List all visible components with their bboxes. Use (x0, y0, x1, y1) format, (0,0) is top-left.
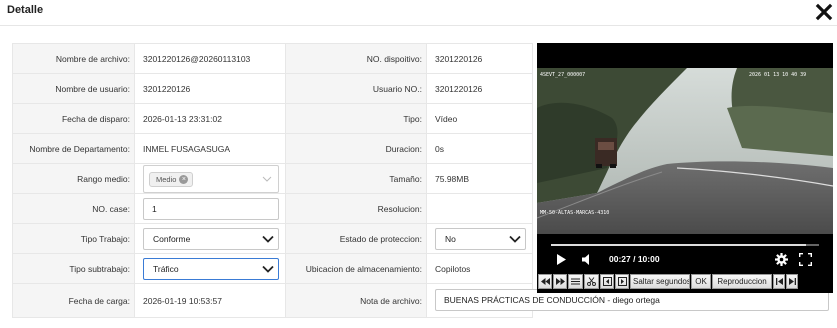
protection-status-select[interactable]: No (435, 227, 526, 250)
case-number-cell: 1 (134, 193, 286, 224)
storage-location-label: Ubicacion de almacenamiento: (285, 253, 427, 284)
video-osd-timestamp: 2026 01 13 10 40 39 (749, 72, 807, 78)
work-type-value: Conforme (153, 233, 191, 244)
progress-track[interactable] (551, 244, 819, 246)
file-note-cell: BUENAS PRÁCTICAS DE CONDUCCIÓN - diego o… (426, 283, 829, 318)
type-label: Tipo: (285, 103, 427, 134)
dialog-title: Detalle (7, 4, 44, 16)
fast-forward-icon[interactable] (553, 274, 567, 289)
dialog-header: Detalle (0, 0, 837, 26)
chevron-down-icon (262, 235, 274, 243)
protection-status-cell: No (426, 223, 533, 254)
user-number-value: 3201220126 (426, 73, 533, 104)
department-label: Nombre de Departamento: (12, 133, 135, 164)
detail-form: Nombre de archivo: 3201220126@2026011310… (12, 43, 829, 318)
upload-date-value: 2026-01-19 10:53:57 (134, 283, 286, 318)
work-type-cell: Conforme (134, 223, 286, 254)
player-toolbar: Saltar segundos OK Reproduccion (538, 273, 834, 290)
user-name-value: 3201220126 (134, 73, 286, 104)
form-row: Fecha de carga: 2026-01-19 10:53:57 Nota… (12, 283, 829, 318)
media-range-multiselect[interactable]: Medio × (143, 164, 279, 193)
fullscreen-icon[interactable] (799, 253, 812, 266)
size-label: Tamaño: (285, 163, 427, 194)
form-row: Tipo subtrabajo: Tráfico Ubicacion de al… (12, 253, 533, 284)
device-number-label: NO. dispoitivo: (285, 43, 427, 74)
close-icon[interactable] (815, 3, 833, 21)
video-osd-bottom: MM-50-ALTAS-MARCAS-4310 (540, 210, 610, 216)
ok-button[interactable]: OK (691, 274, 711, 289)
upload-date-label: Fecha de carga: (12, 283, 135, 318)
skip-to-start-icon[interactable] (773, 274, 785, 289)
chevron-down-icon (262, 265, 274, 273)
file-name-value: 3201220126@20260113103 (134, 43, 286, 74)
playback-button-label: Reproduccion (717, 277, 767, 286)
video-osd-top-left: 4SEVT_27_000007 (540, 72, 586, 78)
user-number-label: Usuario NO.: (285, 73, 427, 104)
storage-location-value: Copilotos (426, 253, 533, 284)
resolution-label: Resolucion: (285, 193, 427, 224)
duration-value: 0s (426, 133, 533, 164)
form-row: Rango medio: Medio × Tamaño: 75.98MB (12, 163, 533, 194)
form-row: Fecha de disparo: 2026-01-13 23:31:02 Ti… (12, 103, 533, 134)
player-controls: 00:27 / 10:00 (537, 239, 833, 271)
frame-forward-icon[interactable] (615, 274, 629, 289)
form-row: Nombre de usuario: 3201220126 Usuario NO… (12, 73, 533, 104)
ok-button-label: OK (695, 277, 707, 286)
device-number-value: 3201220126 (426, 43, 533, 74)
rewind-icon[interactable] (538, 274, 552, 289)
media-range-cell: Medio × (134, 163, 286, 194)
file-note-label: Nota de archivo: (285, 283, 427, 318)
volume-icon[interactable] (582, 254, 592, 265)
trigger-date-label: Fecha de disparo: (12, 103, 135, 134)
duration-label: Duracion: (285, 133, 427, 164)
trigger-date-value: 2026-01-13 23:31:02 (134, 103, 286, 134)
size-value: 75.98MB (426, 163, 533, 194)
subwork-type-label: Tipo subtrabajo: (12, 253, 135, 284)
playback-time: 00:27 / 10:00 (609, 254, 660, 264)
department-value: INMEL FUSAGASUGA (134, 133, 286, 164)
chevron-down-icon (262, 176, 272, 182)
form-row: Tipo Trabajo: Conforme Estado de protecc… (12, 223, 533, 254)
form-row: NO. case: 1 Resolucion: (12, 193, 533, 224)
scissors-icon[interactable] (584, 274, 599, 289)
subwork-type-value: Tráfico (153, 263, 179, 274)
media-range-tag: Medio × (149, 171, 194, 187)
frame-back-icon[interactable] (600, 274, 614, 289)
protection-status-value: No (445, 233, 456, 244)
play-icon[interactable] (557, 254, 566, 265)
form-row: Nombre de Departamento: INMEL FUSAGASUGA… (12, 133, 533, 164)
video-player[interactable]: 4SEVT_27_000007 2026 01 13 10 40 39 MM-5… (537, 43, 833, 293)
subwork-type-cell: Tráfico (134, 253, 286, 284)
skip-seconds-field[interactable]: Saltar segundos (630, 274, 690, 289)
protection-status-label: Estado de proteccion: (285, 223, 427, 254)
subwork-type-select[interactable]: Tráfico (143, 257, 279, 280)
media-range-tag-label: Medio (156, 174, 177, 184)
form-row: Nombre de archivo: 3201220126@2026011310… (12, 43, 533, 74)
resolution-value (426, 193, 533, 224)
remove-tag-icon[interactable]: × (179, 174, 189, 184)
skip-to-end-icon[interactable] (786, 274, 798, 289)
user-name-label: Nombre de usuario: (12, 73, 135, 104)
gear-icon[interactable] (775, 253, 788, 266)
work-type-select[interactable]: Conforme (143, 227, 279, 250)
case-number-label: NO. case: (12, 193, 135, 224)
skip-seconds-placeholder: Saltar segundos (633, 277, 689, 286)
work-type-label: Tipo Trabajo: (12, 223, 135, 254)
case-number-input[interactable]: 1 (143, 197, 279, 220)
progress-fill (551, 244, 806, 246)
chevron-down-icon (509, 235, 521, 243)
media-range-label: Rango medio: (12, 163, 135, 194)
video-frame[interactable]: 4SEVT_27_000007 2026 01 13 10 40 39 MM-5… (537, 68, 833, 234)
list-icon[interactable] (568, 274, 583, 289)
playback-button[interactable]: Reproduccion (712, 274, 772, 289)
file-name-label: Nombre de archivo: (12, 43, 135, 74)
type-value: Vídeo (426, 103, 533, 134)
